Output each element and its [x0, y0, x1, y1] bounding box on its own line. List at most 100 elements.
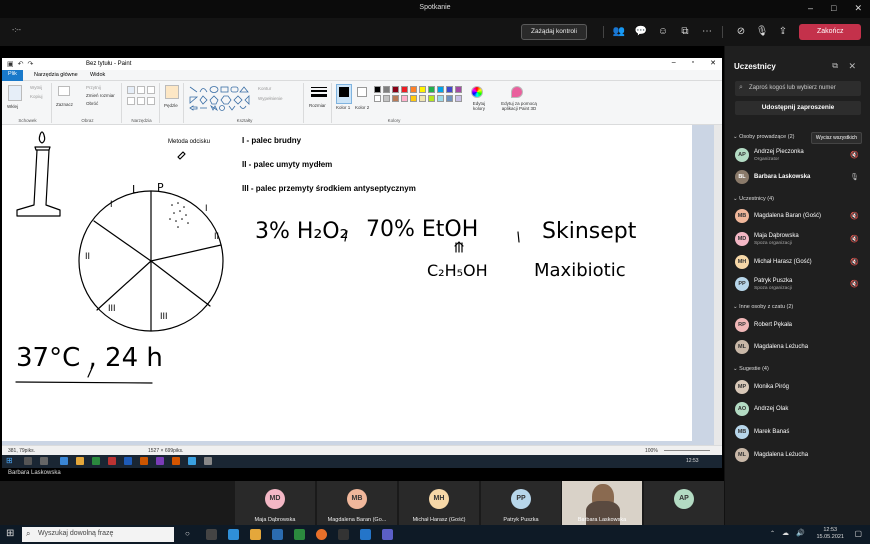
remote-excel-icon[interactable]: [92, 457, 100, 465]
close-icon[interactable]: ✕: [854, 3, 862, 14]
remote-edge-icon[interactable]: [60, 457, 68, 465]
remote-app-icon[interactable]: [188, 457, 196, 465]
firefox-icon[interactable]: [316, 529, 327, 540]
color-swatch[interactable]: [455, 86, 462, 93]
vscode-icon[interactable]: [360, 529, 371, 540]
camera-off-icon[interactable]: ⊘: [734, 25, 748, 39]
minimize-icon[interactable]: –: [808, 3, 813, 14]
remote-search-icon[interactable]: [24, 457, 32, 465]
color-swatch[interactable]: [410, 86, 417, 93]
color-swatch[interactable]: [455, 95, 462, 102]
color-swatch[interactable]: [392, 95, 399, 102]
brush-icon[interactable]: [165, 85, 179, 99]
color-swatch[interactable]: [392, 86, 399, 93]
mic-muted-icon[interactable]: 🔇: [850, 280, 859, 288]
color-picker-icon[interactable]: [137, 97, 145, 105]
teams-icon[interactable]: [382, 529, 393, 540]
shapes-gallery[interactable]: [188, 85, 254, 113]
attendees-section-header[interactable]: ⌄ Uczestnicy (4): [733, 196, 774, 202]
mic-icon[interactable]: 🎙: [850, 173, 859, 181]
resize-label[interactable]: Zmień rozmiar: [86, 93, 115, 98]
tab-view[interactable]: Widok: [90, 72, 105, 78]
tab-file[interactable]: Plik: [2, 70, 23, 81]
participant-item[interactable]: PP Patryk Puszka Spoza organizacji 🔇: [735, 275, 861, 295]
tray-chevron-icon[interactable]: ⌃: [770, 530, 775, 537]
redo-icon[interactable]: ↷: [28, 60, 34, 68]
excel-icon[interactable]: [294, 529, 305, 540]
participant-item[interactable]: MH Michał Harasz (Gość) 🔇: [735, 253, 861, 273]
color-swatch[interactable]: [374, 95, 381, 102]
participant-item[interactable]: ML Magdalena Leżucha: [735, 338, 861, 358]
remote-start-icon[interactable]: ⊞: [6, 456, 13, 465]
volume-icon[interactable]: 🔊: [796, 529, 805, 537]
vertical-scrollbar[interactable]: [714, 125, 722, 445]
remote-paint-icon[interactable]: [204, 457, 212, 465]
folder-icon[interactable]: [250, 529, 261, 540]
color-swatch[interactable]: [428, 86, 435, 93]
magnifier-icon[interactable]: [147, 97, 155, 105]
mic-off-icon[interactable]: 🎙: [755, 25, 769, 39]
color-swatch[interactable]: [374, 86, 381, 93]
remote-taskview-icon[interactable]: [40, 457, 48, 465]
participant-item[interactable]: MD Maja Dąbrowska Spoza organizacji 🔇: [735, 230, 861, 250]
tab-home[interactable]: Narzędzia główne: [34, 72, 78, 78]
color-swatch[interactable]: [383, 86, 390, 93]
chat-icon[interactable]: 💬: [634, 25, 648, 39]
request-control-button[interactable]: Zażądaj kontroli: [521, 24, 587, 40]
participant-item[interactable]: AP Andrzej Pieczonka Organizator 🔇: [735, 146, 861, 166]
color-swatch[interactable]: [437, 95, 444, 102]
cortana-icon[interactable]: ○: [185, 529, 190, 538]
save-icon[interactable]: ▣: [7, 60, 14, 68]
drawing-canvas[interactable]: Metoda odcisku I - palec brudny II - pal…: [2, 125, 692, 441]
participant-item[interactable]: AO Andrzej Olak: [735, 400, 861, 420]
zoom-slider[interactable]: [664, 450, 710, 451]
panel-close-icon[interactable]: ✕: [848, 61, 856, 72]
participant-tile[interactable]: MB Magdalena Baran (Go...: [317, 481, 397, 525]
others-section-header[interactable]: ⌄ Inne osoby z czatu (2): [733, 304, 793, 310]
remote-ppt-icon[interactable]: [140, 457, 148, 465]
color-swatch[interactable]: [428, 95, 435, 102]
paste-icon[interactable]: [8, 85, 22, 101]
rotate-label[interactable]: Obróć: [86, 101, 98, 106]
text-icon[interactable]: [147, 86, 155, 94]
reactions-icon[interactable]: ☺: [656, 25, 670, 39]
edit-colors-icon[interactable]: [471, 86, 483, 98]
color1-selector[interactable]: [336, 84, 352, 104]
select-label[interactable]: Zaznacz: [56, 102, 73, 107]
color-swatch[interactable]: [437, 86, 444, 93]
start-icon[interactable]: ⊞: [6, 528, 14, 539]
remote-teams-icon[interactable]: [156, 457, 164, 465]
color-swatch[interactable]: [383, 95, 390, 102]
invite-search-input[interactable]: ⌕ Zaproś kogoś lub wybierz numer: [735, 81, 861, 96]
color-swatch[interactable]: [446, 95, 453, 102]
color-swatch[interactable]: [446, 86, 453, 93]
participant-item[interactable]: ML Magdalena Leżucha: [735, 446, 861, 466]
color-swatch[interactable]: [419, 95, 426, 102]
remote-firefox-icon[interactable]: [172, 457, 180, 465]
eraser-icon[interactable]: [127, 97, 135, 105]
mic-muted-icon[interactable]: 🔇: [850, 235, 859, 243]
participant-item[interactable]: MP Monika Piróg: [735, 378, 861, 398]
brushes-label[interactable]: Pędzle: [164, 103, 178, 108]
store-icon[interactable]: [272, 529, 283, 540]
share-icon[interactable]: ⇪: [776, 25, 790, 39]
fill-icon[interactable]: [137, 86, 145, 94]
suggestions-section-header[interactable]: ⌄ Sugestie (4): [733, 366, 769, 372]
pencil-icon[interactable]: [127, 86, 135, 94]
outline-label[interactable]: Kontur: [258, 86, 271, 91]
color-swatch[interactable]: [419, 86, 426, 93]
color-swatch[interactable]: [401, 86, 408, 93]
participant-tile[interactable]: PP Patryk Puszka: [481, 481, 561, 525]
participant-item[interactable]: BL Barbara Laskowska 🎙: [735, 168, 861, 188]
more-icon[interactable]: ⋯: [700, 25, 714, 39]
mute-all-button[interactable]: Wycisz wszystkich: [810, 132, 862, 144]
popout-icon[interactable]: ⧉: [832, 61, 838, 71]
edit-colors-label[interactable]: Edytuj kolory: [469, 101, 489, 111]
participant-tile[interactable]: AP: [644, 481, 724, 525]
copy-label[interactable]: Kopiuj: [30, 94, 43, 99]
participant-item[interactable]: RP Robert Pękała: [735, 316, 861, 336]
mic-muted-icon[interactable]: 🔇: [850, 212, 859, 220]
paint-minimize-icon[interactable]: –: [672, 59, 676, 67]
notifications-icon[interactable]: ▢: [854, 529, 862, 538]
paint3d-label[interactable]: Edytuj za pomocą aplikacji Paint 3D: [494, 101, 544, 111]
